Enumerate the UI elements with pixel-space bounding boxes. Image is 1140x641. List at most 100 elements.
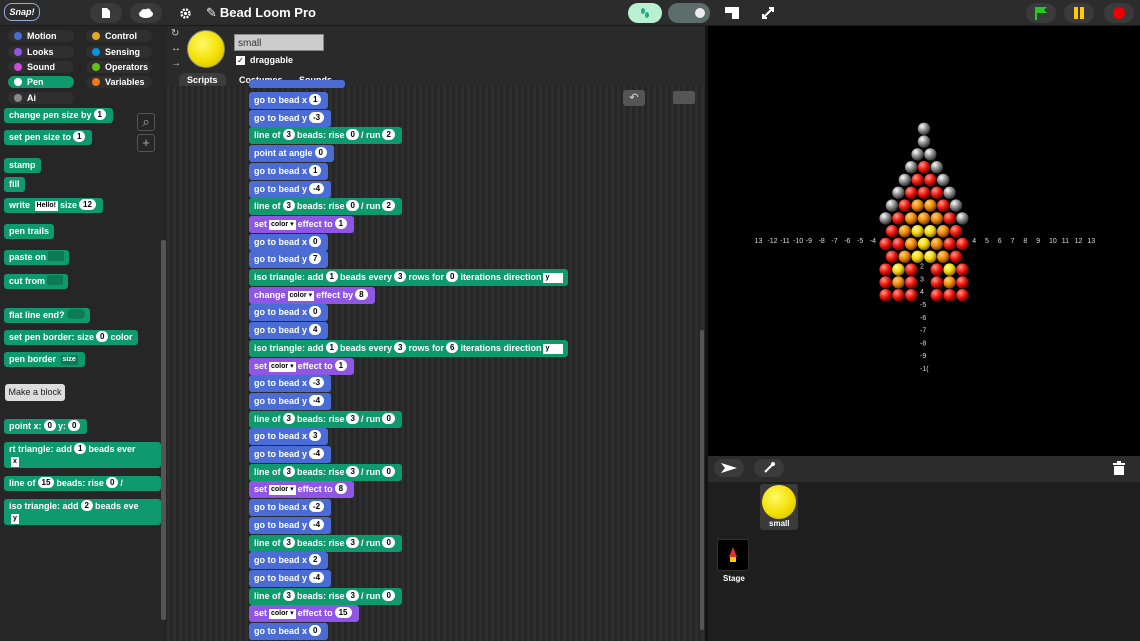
line-of-beads-block[interactable]: line of 3 beads: rise 3/ run 0 — [249, 410, 402, 428]
count-slot[interactable]: 3 — [282, 412, 295, 424]
change-pen-size-block[interactable]: change pen size by 1 — [4, 108, 113, 123]
value-slot[interactable]: 2 — [80, 500, 93, 511]
go-to-bead-x-block[interactable]: go to bead x2 — [249, 552, 329, 570]
point-at-angle-block[interactable]: point at angle 0 — [249, 145, 334, 163]
script-scrollbar[interactable] — [700, 330, 704, 630]
presentation-mode-button[interactable] — [756, 3, 780, 23]
paint-new-sprite-button[interactable] — [754, 459, 784, 477]
category-operators[interactable]: Operators — [86, 61, 152, 73]
bead-mode-button[interactable] — [628, 3, 662, 23]
category-sound[interactable]: Sound — [8, 61, 74, 73]
stage-thumbnail[interactable] — [717, 539, 749, 571]
rotate-flip-icon[interactable]: ↔ — [171, 43, 181, 54]
palette-scrollbar[interactable] — [161, 240, 166, 620]
change-effect-block[interactable]: change color ▾ effect by 8 — [249, 286, 375, 304]
line-of-beads-block[interactable]: line of 3 beads: rise 3/ run 0 — [249, 587, 402, 605]
rows-slot[interactable]: 0 — [445, 271, 459, 282]
go-to-bead-x-block[interactable]: go to bead x0 — [249, 233, 329, 251]
settings-button[interactable] — [172, 3, 198, 23]
x-slot[interactable]: 2 — [309, 554, 322, 566]
run-slot[interactable]: 2 — [382, 200, 395, 212]
category-control[interactable]: Control — [86, 30, 152, 42]
go-to-bead-y-block[interactable]: go to bead y -4 — [249, 516, 332, 534]
go-to-bead-x-block[interactable]: go to bead x3 — [249, 428, 329, 446]
tab-scripts[interactable]: Scripts — [179, 73, 226, 87]
boolean-slot[interactable] — [66, 309, 85, 319]
set-effect-block[interactable]: set color ▾ effect to 15 — [249, 605, 359, 623]
line-of-beads-block[interactable]: line of 3 beads: rise 3/ run 0 — [249, 463, 402, 481]
set-effect-block[interactable]: set color ▾ effect to 1 — [249, 357, 355, 375]
effect-dropdown[interactable]: color ▾ — [269, 609, 296, 620]
go-to-bead-y-block[interactable]: go to bead y4 — [249, 322, 329, 340]
run-slot[interactable]: 0 — [382, 589, 395, 601]
count-slot[interactable]: 3 — [282, 536, 295, 548]
value-slot[interactable]: 15 — [37, 477, 55, 488]
y-slot[interactable]: 4 — [309, 324, 322, 336]
paste-on-block[interactable]: paste on — [4, 250, 70, 265]
y-slot[interactable]: 7 — [309, 253, 322, 265]
rise-slot[interactable]: 3 — [346, 412, 359, 424]
every-slot[interactable]: 3 — [394, 271, 407, 282]
value-slot[interactable]: 1 — [74, 443, 87, 454]
dropdown-slot[interactable] — [47, 275, 63, 285]
count-slot[interactable]: 3 — [282, 465, 295, 477]
stop-button[interactable] — [1104, 3, 1134, 23]
go-to-bead-x-block[interactable]: go to bead x -2 — [249, 499, 332, 517]
line-of-beads-block[interactable]: line of 3 beads: rise 3/ run 0 — [249, 534, 402, 552]
dropdown-slot[interactable]: size — [60, 355, 78, 365]
count-slot[interactable]: 3 — [282, 200, 295, 212]
effect-dropdown[interactable]: color ▾ — [269, 485, 296, 496]
sprite-name-input[interactable]: small — [234, 34, 324, 51]
x-slot[interactable]: 3 — [309, 430, 322, 442]
direction-slot[interactable]: y — [11, 514, 19, 524]
stage[interactable]: 13 -12 -11 -10 -9 -8 -7 -6 -5 -4 4 5 6 7 8 9 10 11 12 13 2 3 4… — [708, 26, 1140, 456]
y-slot[interactable]: -4 — [309, 571, 325, 583]
go-to-bead-y-block[interactable]: go to bead y -4 — [249, 446, 332, 463]
go-to-bead-y-block[interactable]: go to bead y -4 — [249, 392, 332, 410]
effect-dropdown[interactable]: color ▾ — [287, 290, 315, 301]
snap-logo[interactable]: Snap! — [4, 3, 40, 21]
run-slot[interactable]: 0 — [382, 536, 395, 548]
size-slot[interactable]: 12 — [79, 199, 96, 210]
keyboard-entry-button[interactable] — [673, 91, 695, 104]
draggable-checkbox[interactable]: ✓ draggable — [236, 55, 293, 65]
line-of-beads-block[interactable]: line of 3 beads: rise 0/ run 2 — [249, 127, 402, 145]
undo-button[interactable]: ↶ — [623, 90, 645, 106]
set-effect-block[interactable]: set color ▾ effect to 1 — [249, 215, 355, 233]
iso-triangle-block[interactable]: iso triangle: add 1 beads every 3 rows for 0 i… — [249, 269, 569, 286]
category-variables[interactable]: Variables — [86, 76, 152, 88]
point-xy-block[interactable]: point x: 0 y: 0 — [4, 419, 88, 434]
category-ai[interactable]: Ai — [8, 92, 74, 104]
rise-slot[interactable]: 3 — [346, 465, 359, 477]
cloud-button[interactable] — [130, 3, 162, 23]
pen-border-block[interactable]: pen border size — [4, 352, 85, 367]
direction-slot[interactable]: y — [543, 273, 564, 283]
value-slot[interactable]: 15 — [334, 607, 352, 619]
script-block-partial[interactable] — [249, 80, 345, 88]
every-slot[interactable]: 3 — [394, 341, 407, 353]
set-pen-size-block[interactable]: set pen size to 1 — [4, 130, 93, 145]
y-slot[interactable]: -4 — [309, 448, 325, 459]
iso-triangle-block[interactable]: iso triangle: add 1 beads every 3 rows for 6 i… — [249, 339, 569, 357]
flat-line-end-block[interactable]: flat line end? — [4, 308, 90, 323]
normal-stage-button[interactable] — [720, 3, 744, 23]
effect-dropdown[interactable]: color ▾ — [269, 219, 296, 230]
x-slot[interactable]: -3 — [309, 377, 325, 389]
category-sensing[interactable]: Sensing — [86, 46, 152, 58]
x-slot[interactable]: 0 — [309, 235, 322, 247]
iso-triangle-block[interactable]: iso triangle: add 2 beads eve y — [4, 499, 161, 525]
angle-slot[interactable]: 0 — [314, 147, 327, 159]
stage-size-toggle[interactable] — [668, 3, 710, 23]
go-to-bead-x-block[interactable]: go to bead x0 — [249, 304, 329, 322]
value-slot[interactable]: 1 — [73, 131, 86, 142]
add-slot[interactable]: 1 — [325, 271, 338, 282]
value-slot[interactable]: 1 — [93, 109, 106, 120]
y-slot[interactable]: -3 — [309, 111, 325, 123]
x-slot[interactable]: 0 — [43, 420, 56, 431]
count-slot[interactable]: 3 — [282, 589, 295, 601]
search-blocks-button[interactable]: ⌕ — [137, 113, 155, 131]
x-slot[interactable]: 1 — [309, 94, 322, 105]
unused-blocks-button[interactable]: + — [137, 134, 155, 152]
direction-slot[interactable]: x — [11, 457, 19, 467]
category-motion[interactable]: Motion — [8, 30, 74, 42]
